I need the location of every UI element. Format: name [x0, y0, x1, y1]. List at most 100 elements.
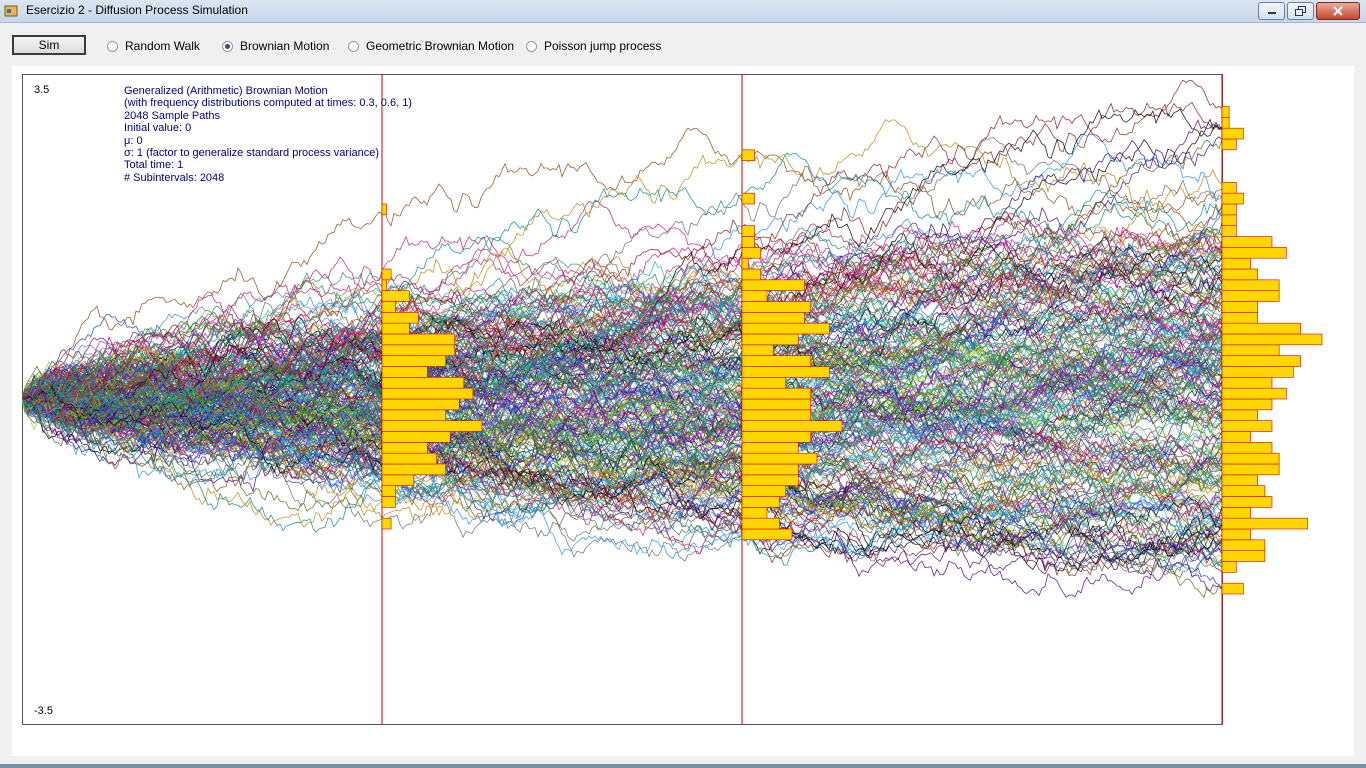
histogram-bar [1221, 225, 1237, 237]
histogram-bar [1221, 561, 1237, 573]
histogram-bar [1221, 582, 1244, 595]
info-line: Initial value: 0 [124, 122, 192, 135]
histogram-bar [741, 409, 812, 421]
minimize-button[interactable] [1258, 2, 1285, 20]
histogram-bar [741, 442, 799, 454]
histogram-bar [1221, 344, 1280, 356]
histogram-bar [1221, 474, 1259, 486]
histogram-bar [741, 149, 755, 161]
histogram-bar [741, 387, 812, 400]
histogram-bar [1221, 290, 1280, 302]
histogram-bar [1221, 550, 1266, 562]
histogram-bar [1221, 539, 1266, 551]
window-title: Esercizio 2 - Diffusion Process Simulati… [26, 3, 248, 17]
histogram-bar [381, 409, 446, 421]
toolbar: Sim Random Walk Brownian Motion Geometri… [0, 23, 1366, 65]
histogram-bar [741, 366, 830, 378]
histogram-bar [1221, 279, 1280, 291]
histogram-bar [381, 333, 456, 346]
histogram-bar [1221, 127, 1244, 140]
radio-random-walk[interactable]: Random Walk [107, 39, 200, 53]
histogram-bar [1221, 420, 1273, 432]
histogram-bar [741, 279, 805, 291]
info-line: Generalized (Arithmetic) Brownian Motion [124, 85, 328, 97]
histogram-bar [381, 431, 451, 443]
histogram-bar [1221, 398, 1273, 411]
histogram-bar [381, 355, 446, 367]
info-line: 2048 Sample Paths [124, 109, 221, 122]
histogram-bar [1221, 268, 1259, 281]
radio-random-walk-label: Random Walk [125, 39, 200, 53]
histogram-bar [1221, 496, 1273, 508]
close-icon [1333, 6, 1343, 16]
histogram-bar [381, 387, 474, 400]
histogram-bar [381, 290, 410, 302]
y-min-label: -3.5 [34, 705, 53, 717]
app-icon [4, 5, 18, 17]
radio-brownian-motion-dot[interactable] [222, 40, 233, 52]
histogram-bar [1221, 431, 1251, 443]
histogram-bar [1221, 366, 1294, 378]
histogram-bar [741, 398, 812, 411]
histogram-bar [741, 301, 812, 313]
histogram-bar [1221, 528, 1251, 541]
histogram-bar [1221, 214, 1237, 226]
histogram-bar [381, 301, 396, 313]
info-line: μ: 0 [124, 134, 143, 147]
radio-poisson-jump-process-label: Poisson jump process [544, 39, 662, 53]
radio-poisson-jump-process-dot[interactable] [526, 40, 537, 52]
radio-brownian-motion[interactable]: Brownian Motion [222, 39, 329, 53]
histogram-bar [381, 322, 410, 335]
histogram-bar [741, 517, 780, 530]
minimize-icon [1267, 12, 1276, 14]
histogram-bar [741, 333, 799, 346]
histogram-bar [381, 463, 446, 476]
histogram-bar [741, 452, 818, 465]
restore-button[interactable] [1287, 2, 1314, 20]
histogram-bar [1221, 442, 1273, 454]
histogram-bar [741, 312, 805, 324]
restore-icon [1294, 6, 1306, 16]
close-button[interactable] [1316, 2, 1360, 20]
histogram-bar [741, 225, 755, 237]
sim-button[interactable]: Sim [12, 35, 86, 55]
histogram-bar [381, 366, 428, 378]
histogram-bar [1221, 507, 1251, 519]
info-line: (with frequency distributions computed a… [124, 97, 412, 110]
histogram-bar [1221, 257, 1251, 270]
histogram-bar [1221, 463, 1280, 476]
histogram-bar [741, 257, 749, 270]
histogram-bar [1221, 236, 1273, 248]
histogram-bar [741, 431, 812, 443]
histogram-bar [741, 268, 762, 281]
histogram-bar [381, 268, 392, 281]
radio-random-walk-dot[interactable] [107, 40, 118, 52]
histogram-bar [381, 398, 460, 411]
window-controls [1256, 2, 1360, 20]
histogram-bar [1221, 117, 1230, 129]
info-line: σ: 1 (factor to generalize standard proc… [124, 147, 380, 160]
histogram-bar [741, 420, 843, 432]
histogram-bar [1221, 409, 1259, 421]
histogram-bar [381, 377, 465, 389]
histogram-bar [1221, 301, 1259, 313]
histogram-bar [381, 420, 483, 432]
histogram-bar [741, 474, 799, 486]
histogram-bar [741, 236, 755, 248]
taskbar-strip [0, 764, 1366, 768]
radio-brownian-motion-label: Brownian Motion [240, 39, 330, 53]
histogram-bar [741, 322, 830, 335]
radio-geometric-brownian-motion[interactable]: Geometric Brownian Motion [348, 39, 514, 53]
histogram-bar [741, 528, 793, 541]
histogram-bar [741, 463, 799, 476]
radio-geometric-brownian-motion-dot[interactable] [348, 40, 359, 52]
histogram-bar [741, 377, 787, 389]
radio-poisson-jump-process[interactable]: Poisson jump process [526, 39, 661, 53]
histogram-bar [381, 474, 415, 486]
histogram-bar [741, 485, 787, 497]
histogram-bar [1221, 192, 1244, 205]
histogram-bar [1221, 312, 1259, 324]
histogram-bar [741, 507, 768, 519]
histogram-bar [1221, 138, 1237, 151]
histogram-bar [741, 247, 762, 259]
